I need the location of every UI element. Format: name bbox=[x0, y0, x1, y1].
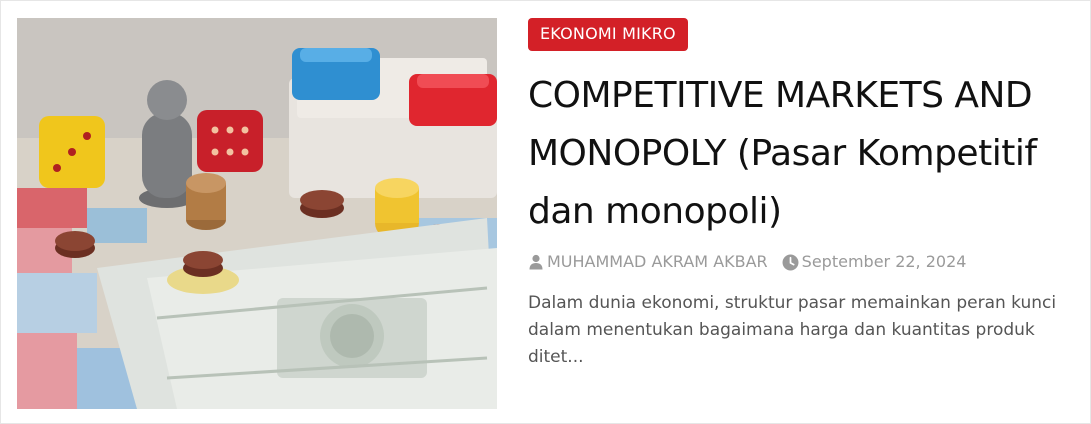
post-content: EKONOMI MIKRO COMPETITIVE MARKETS AND MO… bbox=[528, 18, 1078, 371]
post-date: September 22, 2024 bbox=[801, 252, 967, 271]
author-link[interactable]: MUHAMMAD AKRAM AKBAR bbox=[547, 251, 768, 273]
author-meta: MUHAMMAD AKRAM AKBAR bbox=[528, 251, 768, 273]
board-game-money-image bbox=[17, 18, 497, 409]
category-badge[interactable]: EKONOMI MIKRO bbox=[528, 18, 688, 51]
user-icon bbox=[529, 254, 543, 270]
post-thumbnail[interactable] bbox=[17, 18, 497, 409]
post-meta: MUHAMMAD AKRAM AKBAR September 22, 2024 bbox=[528, 251, 1078, 273]
post-title[interactable]: COMPETITIVE MARKETS AND MONOPOLY (Pasar … bbox=[528, 67, 1078, 241]
post-card: EKONOMI MIKRO COMPETITIVE MARKETS AND MO… bbox=[0, 0, 1091, 424]
date-meta: September 22, 2024 bbox=[782, 251, 967, 273]
clock-icon bbox=[782, 254, 799, 270]
post-excerpt: Dalam dunia ekonomi, struktur pasar mema… bbox=[528, 293, 1057, 367]
